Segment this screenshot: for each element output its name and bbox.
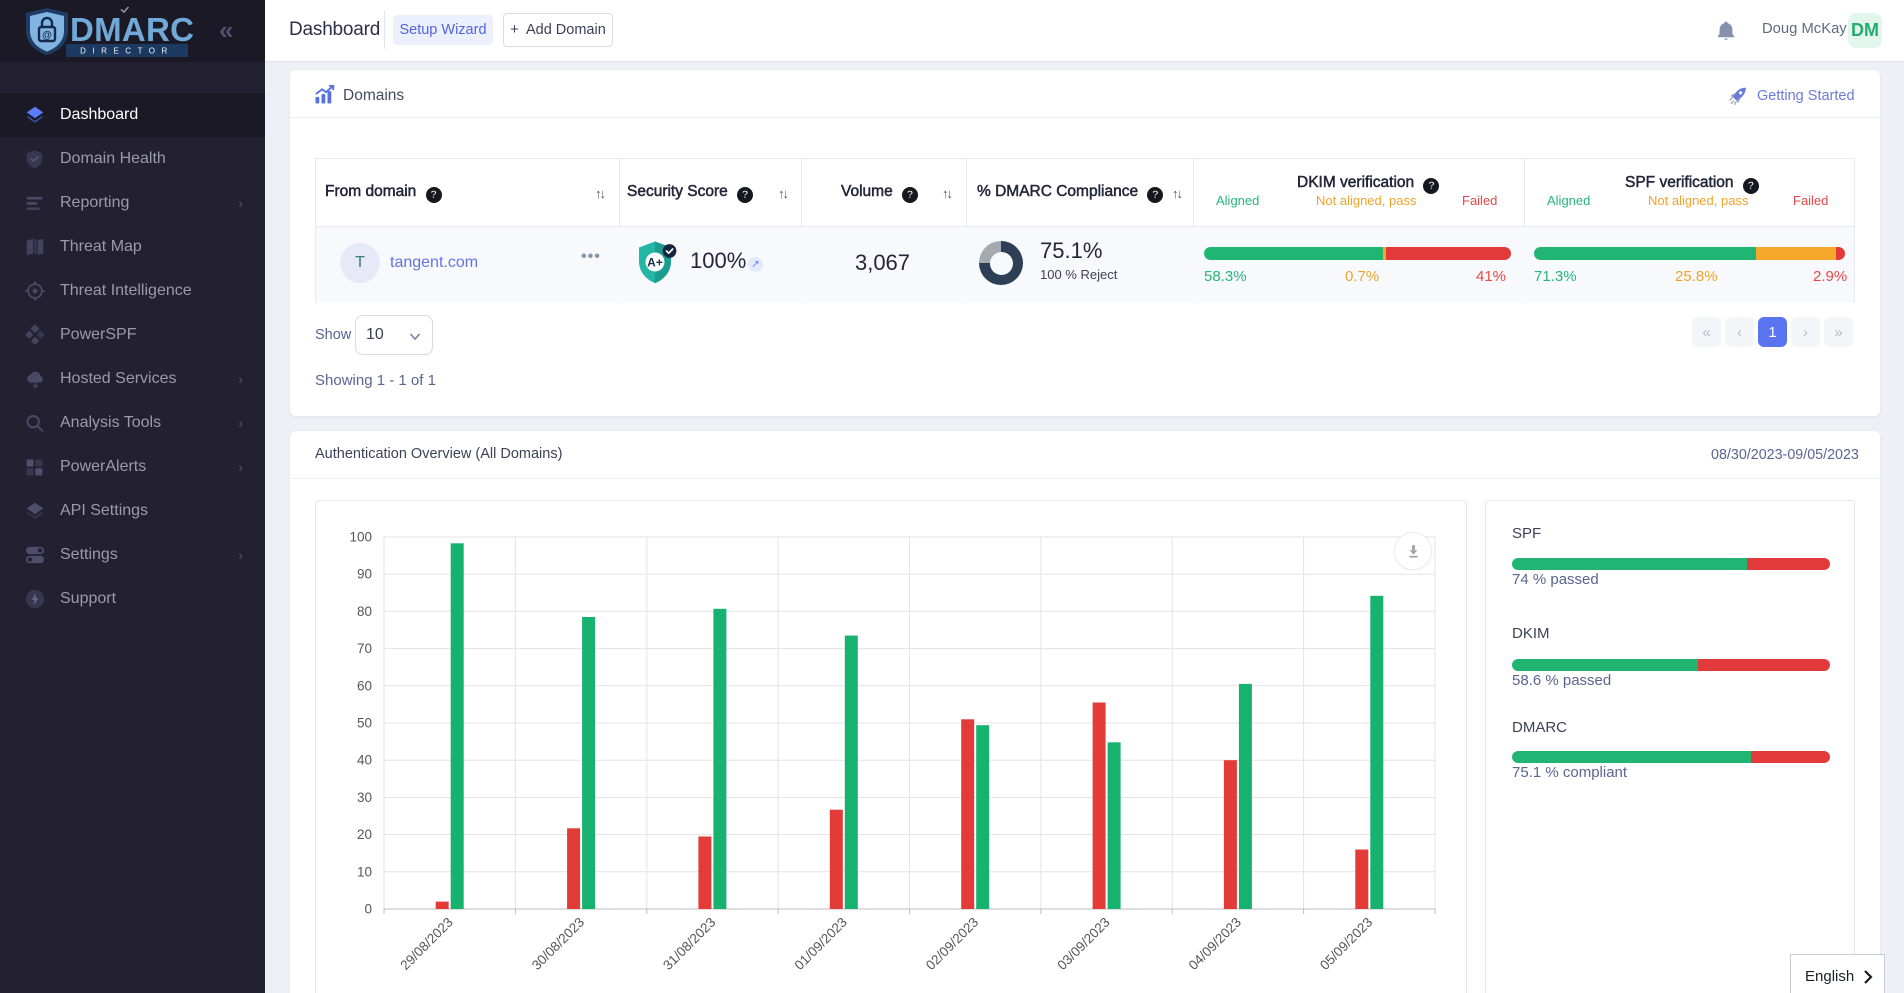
svg-text:0: 0 <box>364 902 372 917</box>
svg-text:02/09/2023: 02/09/2023 <box>923 915 981 973</box>
svg-text:90: 90 <box>357 567 372 582</box>
svg-text:80: 80 <box>357 604 372 619</box>
svg-text:@: @ <box>42 30 52 41</box>
svg-text:DMARC: DMARC <box>70 11 194 48</box>
svg-text:04/09/2023: 04/09/2023 <box>1186 915 1244 973</box>
svg-text:A+: A+ <box>647 256 663 270</box>
svg-text:03/09/2023: 03/09/2023 <box>1054 915 1112 973</box>
svg-text:30: 30 <box>357 790 372 805</box>
svg-text:01/09/2023: 01/09/2023 <box>792 915 850 973</box>
svg-text:100: 100 <box>349 530 372 545</box>
svg-text:10: 10 <box>357 864 372 879</box>
svg-text:60: 60 <box>357 678 372 693</box>
svg-text:31/08/2023: 31/08/2023 <box>660 915 718 973</box>
svg-text:30/08/2023: 30/08/2023 <box>529 915 587 973</box>
svg-text:05/09/2023: 05/09/2023 <box>1317 915 1375 973</box>
svg-text:20: 20 <box>357 827 372 842</box>
svg-text:50: 50 <box>357 716 372 731</box>
svg-text:40: 40 <box>357 753 372 768</box>
svg-text:DIRECTOR: DIRECTOR <box>80 47 174 56</box>
svg-text:70: 70 <box>357 641 372 656</box>
svg-text:29/08/2023: 29/08/2023 <box>397 915 455 973</box>
